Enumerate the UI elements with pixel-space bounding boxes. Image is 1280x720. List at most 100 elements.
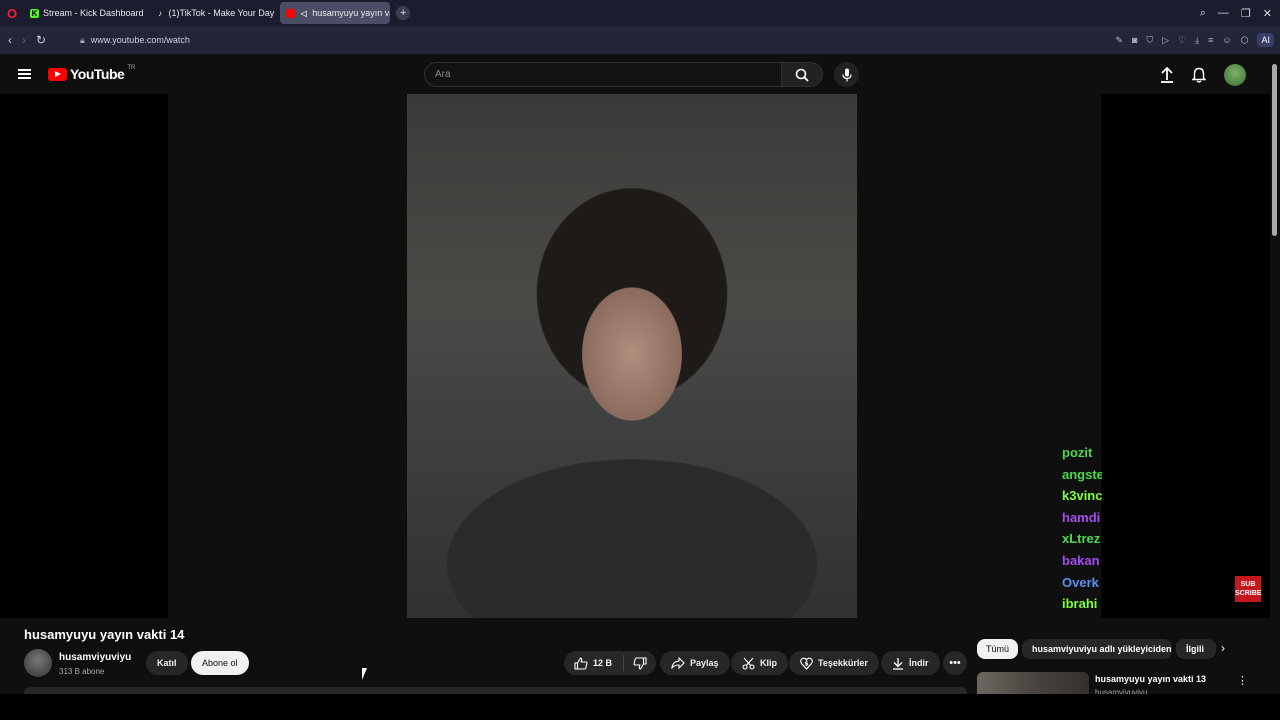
reload-button[interactable]: ↻ [36, 33, 46, 47]
search-button[interactable] [781, 62, 823, 87]
channel-avatar[interactable] [24, 649, 52, 677]
upload-icon[interactable] [1160, 67, 1174, 83]
recommended-thumbnail[interactable] [977, 672, 1089, 694]
notifications-bell-icon[interactable] [1192, 67, 1206, 83]
search-input[interactable]: Ara [424, 62, 782, 87]
chat-name: k3vinc [1062, 488, 1102, 504]
share-icon [671, 657, 685, 669]
chip-label: husamviyuviyu adlı yükleyiciden [1032, 644, 1172, 654]
thanks-label: Teşekkürler [818, 658, 868, 668]
subscribe-watermark-badge[interactable]: SUB SCRIBE [1235, 576, 1261, 602]
chat-name: ibrahi [1062, 596, 1098, 612]
hamburger-menu-icon[interactable] [18, 69, 31, 79]
lock-icon: 🔒︎ [80, 34, 85, 45]
browser-tabbar: O K Stream - Kick Dashboard ♪ (1)TikTok … [0, 0, 1280, 26]
minimize-button[interactable]: — [1218, 7, 1229, 20]
back-button[interactable]: ‹ [8, 33, 12, 47]
chevron-right-icon[interactable]: › [1221, 641, 1225, 655]
super-thanks-icon: $ [800, 657, 813, 670]
forward-button[interactable]: › [22, 33, 26, 47]
thanks-button[interactable]: $ Teşekkürler [789, 651, 879, 675]
heart-icon[interactable]: ♡ [1178, 35, 1186, 46]
tab-label: husamyuyu yayın vakti [312, 8, 390, 18]
chip-from-uploader[interactable]: husamviyuviyu adlı yükleyiciden [1022, 639, 1172, 659]
chat-name: bakan [1062, 552, 1100, 568]
recommended-title[interactable]: husamyuyu yayın vakti 13 [1095, 674, 1206, 684]
kick-icon: K [30, 8, 39, 18]
new-tab-button[interactable]: + [396, 6, 411, 20]
more-actions-button[interactable]: ••• [943, 651, 967, 675]
download-button[interactable]: İndir [881, 651, 940, 675]
scrollbar-thumb[interactable] [1272, 64, 1277, 236]
shield-icon[interactable]: ⛉ [1146, 35, 1153, 46]
more-horizontal-icon: ••• [949, 657, 961, 669]
tab-youtube[interactable]: ◁ husamyuyu yayın vakti [280, 2, 391, 24]
camera-icon[interactable]: ◙ [1132, 35, 1137, 45]
play-icon[interactable]: ▷ [1162, 35, 1169, 46]
youtube-logo[interactable]: YouTube TR [48, 65, 136, 82]
chat-name: xLtrez [1062, 531, 1101, 547]
chip-label: Tümü [986, 644, 1010, 654]
tab-kick[interactable]: K Stream - Kick Dashboard [24, 2, 150, 24]
chip-all[interactable]: Tümü [977, 639, 1018, 659]
thumbs-down-icon [633, 656, 647, 670]
account-icon[interactable]: ☺ [1222, 35, 1231, 45]
mouse-cursor-icon [362, 668, 372, 680]
join-label: Katıl [157, 658, 177, 668]
more-vertical-icon[interactable]: ⋮ [1237, 674, 1248, 687]
download-label: İndir [909, 658, 929, 668]
chat-name: angste [1062, 466, 1102, 482]
youtube-wordmark: YouTube [70, 66, 125, 82]
channel-name[interactable]: husamviyuviyu [59, 652, 131, 663]
restore-button[interactable]: ❐ [1241, 7, 1251, 20]
ai-button[interactable]: AI [1257, 33, 1274, 47]
extension-icon[interactable]: ⬡ [1241, 35, 1249, 46]
video-title: husamyuyu yayın vakti 14 [24, 627, 185, 642]
microphone-icon [841, 68, 852, 81]
tab-tiktok[interactable]: ♪ (1)TikTok - Make Your Day [150, 2, 281, 24]
youtube-icon [286, 8, 296, 18]
description-box[interactable] [24, 687, 967, 694]
menu-icon[interactable]: ≡ [1208, 35, 1213, 45]
download-icon[interactable]: ⤓ [1195, 35, 1199, 46]
youtube-header: YouTube TR Ara [0, 54, 1270, 94]
tab-search-icon[interactable]: ⌕ [1200, 7, 1206, 20]
chat-name: Overk [1062, 574, 1099, 590]
tab-label: Stream - Kick Dashboard [43, 8, 144, 18]
video-frame[interactable] [407, 94, 857, 618]
player-side-left [168, 94, 407, 618]
url-field[interactable]: www.youtube.com/watch [91, 35, 190, 45]
close-window-button[interactable]: ✕ [1263, 7, 1272, 20]
subscriber-count: 313 B abone [59, 667, 105, 676]
tiktok-icon: ♪ [158, 8, 163, 18]
country-code: TR [127, 65, 136, 71]
clip-button[interactable]: Klip [731, 651, 788, 675]
join-button[interactable]: Katıl [146, 651, 188, 675]
opera-logo-icon[interactable]: O [0, 0, 24, 26]
chat-name: fenne [1062, 615, 1102, 619]
chip-label: İlgili [1186, 644, 1204, 654]
dislike-button[interactable] [624, 656, 656, 670]
video-player[interactable]: pozit angste k3vinc hamdi xLtrez bakan O… [0, 94, 1270, 618]
subscribe-label: Abone ol [202, 658, 238, 668]
chip-related[interactable]: İlgili [1176, 639, 1216, 659]
svg-text:$: $ [804, 660, 808, 667]
like-dislike-group: 12 B [564, 651, 656, 675]
like-count: 12 B [593, 658, 613, 668]
youtube-play-icon [48, 67, 67, 81]
snapshot-icon[interactable]: ✎ [1115, 35, 1123, 46]
voice-search-button[interactable] [834, 62, 859, 87]
speaker-icon: ◁ [300, 8, 307, 18]
account-avatar[interactable] [1224, 64, 1246, 86]
tab-label: (1)TikTok - Make Your Day [168, 8, 275, 18]
share-label: Paylaş [690, 658, 719, 668]
chat-name: hamdi [1062, 509, 1101, 525]
page-scrollbar[interactable] [1270, 54, 1280, 694]
thumbs-up-icon [574, 656, 588, 670]
address-bar: ‹ › ↻ 🔒︎ www.youtube.com/watch ✎ ◙ ⛉ ▷ ♡… [0, 26, 1280, 54]
search-icon [795, 68, 809, 82]
share-button[interactable]: Paylaş [660, 651, 730, 675]
like-button[interactable]: 12 B [564, 655, 624, 671]
clip-label: Klip [760, 658, 777, 668]
subscribe-button[interactable]: Abone ol [191, 651, 249, 675]
